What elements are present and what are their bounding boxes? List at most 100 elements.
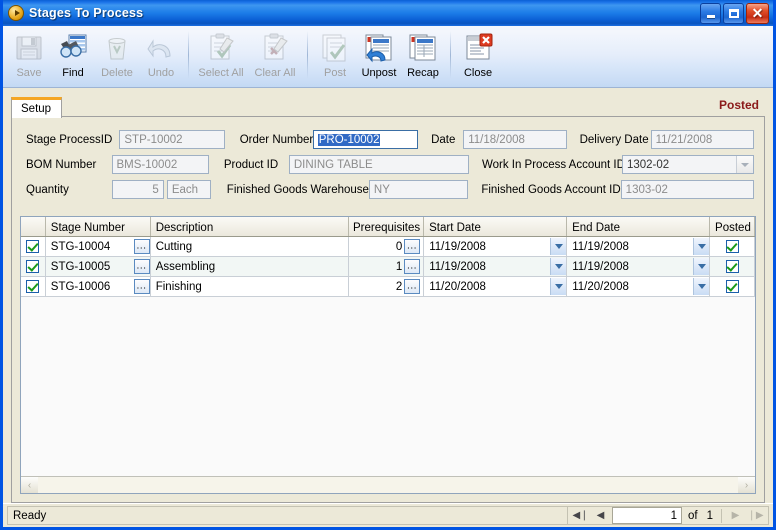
grid-horizontal-scrollbar[interactable]: ‹ ›	[21, 476, 755, 493]
cell-description[interactable]: Cutting	[151, 237, 349, 256]
prerequisites-lookup-button[interactable]: ⋯	[404, 259, 420, 274]
toolbar-save-button[interactable]: Save	[7, 29, 51, 85]
chevron-down-icon[interactable]	[736, 156, 753, 173]
cell-stage-number[interactable]: STG-10004 ⋯	[46, 237, 151, 256]
toolbar-recap-label: Recap	[407, 67, 439, 79]
bom-number-label: BOM Number	[26, 159, 112, 171]
scroll-right-arrow-icon[interactable]: ›	[738, 477, 755, 493]
grid-header-stage-number[interactable]: Stage Number	[46, 217, 151, 236]
delivery-date-field[interactable]: 11/21/2008	[651, 130, 754, 149]
order-number-label: Order Number	[225, 134, 313, 146]
cell-posted-checkbox[interactable]	[710, 237, 755, 256]
cell-posted-checkbox[interactable]	[710, 257, 755, 276]
cell-prerequisites[interactable]: 2 ⋯	[349, 277, 424, 296]
fg-warehouse-field[interactable]: NY	[369, 180, 468, 199]
table-row[interactable]: STG-10004 ⋯ Cutting 0 ⋯ 11/19/2008	[21, 237, 755, 257]
toolbar-post-button[interactable]: Post	[313, 29, 357, 85]
tab-setup[interactable]: Setup	[11, 97, 62, 118]
start-date-dropdown-icon[interactable]	[550, 258, 566, 275]
cell-description[interactable]: Finishing	[151, 277, 349, 296]
grid-header-end-date[interactable]: End Date	[567, 217, 710, 236]
delete-icon	[101, 32, 133, 64]
toolbar-select-all-label: Select All	[198, 67, 243, 79]
stage-number-lookup-button[interactable]: ⋯	[134, 259, 150, 274]
nav-separator	[721, 509, 722, 523]
minimize-icon	[707, 15, 715, 18]
order-number-field[interactable]: PRO-10002	[313, 130, 418, 149]
toolbar-find-button[interactable]: Find	[51, 29, 95, 85]
cell-stage-number[interactable]: STG-10006 ⋯	[46, 277, 151, 296]
cell-start-date-text: 11/20/2008	[429, 281, 550, 293]
cell-prerequisites-text: 2	[396, 281, 402, 293]
wip-account-id-dropdown[interactable]: 1302-02	[622, 155, 754, 174]
date-field[interactable]: 11/18/2008	[463, 130, 566, 149]
nav-prev-button[interactable]: ◀	[592, 508, 609, 523]
end-date-dropdown-icon[interactable]	[693, 278, 709, 295]
bom-number-field[interactable]: BMS-10002	[112, 155, 209, 174]
cell-prerequisites[interactable]: 0 ⋯	[349, 237, 424, 256]
toolbar-unpost-button[interactable]: Unpost	[357, 29, 401, 85]
toolbar-recap-button[interactable]: Recap	[401, 29, 445, 85]
toolbar-close-button[interactable]: Close	[456, 29, 500, 85]
cell-stage-number[interactable]: STG-10005 ⋯	[46, 257, 151, 276]
product-id-field[interactable]: DINING TABLE	[289, 155, 469, 174]
nav-next-button[interactable]: ▶	[727, 508, 744, 523]
end-date-dropdown-icon[interactable]	[693, 238, 709, 255]
toolbar-clear-all-button[interactable]: Clear All	[248, 29, 302, 85]
scroll-left-arrow-icon[interactable]: ‹	[21, 477, 38, 493]
cell-end-date[interactable]: 11/19/2008	[567, 237, 710, 256]
nav-page-field[interactable]: 1	[612, 507, 682, 524]
nav-first-button[interactable]: ◀❘	[572, 508, 589, 523]
stage-process-id-field[interactable]: STP-10002	[119, 130, 224, 149]
cell-end-date[interactable]: 11/19/2008	[567, 257, 710, 276]
posted-status-flag: Posted	[719, 98, 759, 112]
minimize-button[interactable]	[700, 3, 721, 24]
quantity-field[interactable]: 5	[112, 180, 164, 199]
prerequisites-lookup-button[interactable]: ⋯	[404, 279, 420, 294]
row-select-checkbox[interactable]	[21, 277, 46, 296]
grid-header-description[interactable]: Description	[151, 217, 349, 236]
select-all-icon	[205, 32, 237, 64]
cell-start-date[interactable]: 11/19/2008	[424, 257, 567, 276]
cell-start-date[interactable]: 11/20/2008	[424, 277, 567, 296]
stage-number-lookup-button[interactable]: ⋯	[134, 239, 150, 254]
cell-end-date[interactable]: 11/20/2008	[567, 277, 710, 296]
grid-header-select[interactable]	[21, 217, 46, 236]
toolbar-undo-button[interactable]: Undo	[139, 29, 183, 85]
prerequisites-lookup-button[interactable]: ⋯	[404, 239, 420, 254]
grid-header-posted[interactable]: Posted	[710, 217, 755, 236]
cell-end-date-text: 11/19/2008	[572, 241, 693, 253]
grid-header-row: Stage Number Description Prerequisites S…	[21, 217, 755, 237]
scroll-track[interactable]	[38, 477, 738, 493]
play-circle-icon	[8, 5, 24, 21]
cell-stage-number-text: STG-10004	[51, 241, 134, 253]
quantity-uom-field[interactable]: Each	[167, 180, 211, 199]
toolbar-separator-1	[188, 31, 189, 79]
grid-header-prerequisites[interactable]: Prerequisites	[349, 217, 424, 236]
cell-prerequisites[interactable]: 1 ⋯	[349, 257, 424, 276]
checkbox-checked-icon	[726, 280, 739, 293]
cell-start-date[interactable]: 11/19/2008	[424, 237, 567, 256]
grid-header-start-date[interactable]: Start Date	[424, 217, 567, 236]
wip-account-id-value: 1302-02	[623, 159, 736, 171]
find-icon	[57, 32, 89, 64]
stage-number-lookup-button[interactable]: ⋯	[134, 279, 150, 294]
record-navigator: ◀❘ ◀ 1 of 1 ▶ ❘▶	[567, 506, 769, 525]
row-select-checkbox[interactable]	[21, 237, 46, 256]
table-row[interactable]: STG-10005 ⋯ Assembling 1 ⋯ 11/19/2008	[21, 257, 755, 277]
fg-account-id-field[interactable]: 1303-02	[621, 180, 754, 199]
maximize-button[interactable]	[723, 3, 744, 24]
nav-last-button[interactable]: ❘▶	[747, 508, 764, 523]
toolbar-select-all-button[interactable]: Select All	[194, 29, 248, 85]
cell-description[interactable]: Assembling	[151, 257, 349, 276]
start-date-dropdown-icon[interactable]	[550, 238, 566, 255]
start-date-dropdown-icon[interactable]	[550, 278, 566, 295]
toolbar-unpost-label: Unpost	[362, 67, 397, 79]
end-date-dropdown-icon[interactable]	[693, 258, 709, 275]
toolbar-delete-button[interactable]: Delete	[95, 29, 139, 85]
table-row[interactable]: STG-10006 ⋯ Finishing 2 ⋯ 11/20/2008	[21, 277, 755, 297]
order-number-value: PRO-10002	[318, 134, 381, 146]
cell-posted-checkbox[interactable]	[710, 277, 755, 296]
close-button[interactable]: ✕	[746, 3, 769, 24]
row-select-checkbox[interactable]	[21, 257, 46, 276]
